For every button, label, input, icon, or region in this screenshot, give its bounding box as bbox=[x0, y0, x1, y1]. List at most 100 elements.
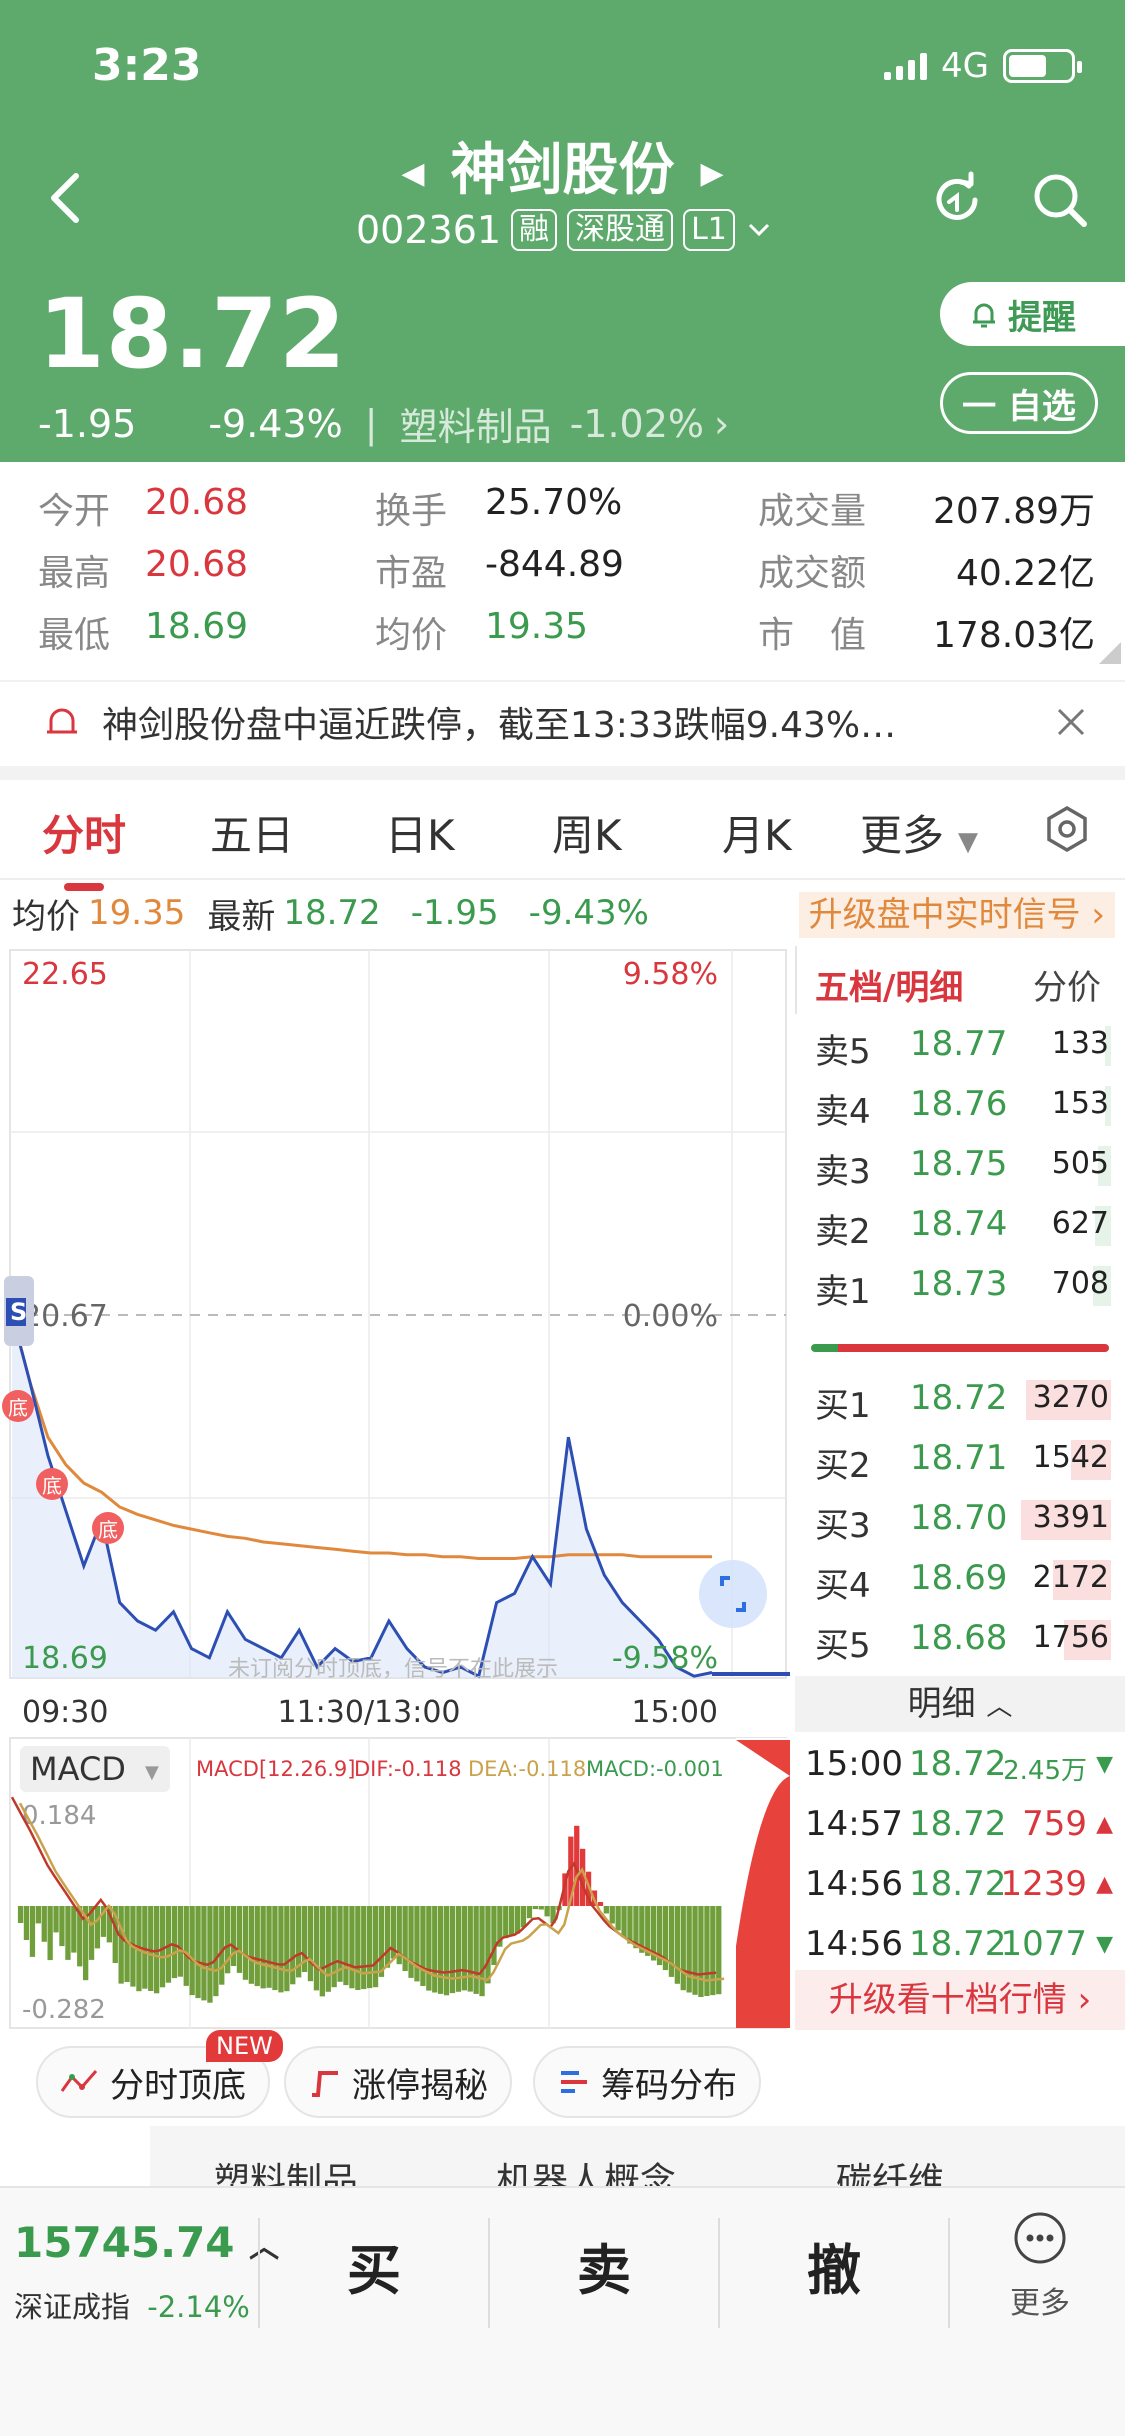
s-marker-label: S bbox=[10, 1298, 27, 1326]
macd-bar bbox=[615, 1906, 621, 1931]
search-icon[interactable] bbox=[1028, 168, 1092, 232]
remind-button[interactable]: 提醒 bbox=[940, 282, 1125, 346]
volume-value: 1756 bbox=[1032, 1620, 1109, 1655]
macd-bar bbox=[343, 1906, 349, 1986]
macd-bar bbox=[520, 1906, 527, 1928]
tab-monthly-k[interactable]: 月K bbox=[722, 802, 792, 863]
dropdown-icon: ▼ bbox=[958, 827, 979, 857]
price-change: -1.95 bbox=[38, 401, 137, 446]
expand-corner-icon[interactable] bbox=[1099, 642, 1121, 664]
tick-price: 18.72 bbox=[909, 1804, 1007, 1844]
pct-axis-mid: 0.00% bbox=[623, 1299, 718, 1334]
change-line: -1.95 -9.43% | 塑料制品 -1.02% › bbox=[38, 396, 729, 451]
next-stock-icon[interactable]: ▶ bbox=[701, 156, 724, 191]
cancel-order-button[interactable]: 撤 bbox=[720, 2226, 948, 2316]
bid-list: 买1 18.72 3270 买2 18.71 1542 买3 18.70 3391 买4 18.69… bbox=[795, 1370, 1125, 1680]
tick-row: 14:56 18.72 1077 ▼ bbox=[795, 1916, 1125, 1974]
macd-bar bbox=[17, 1906, 24, 1923]
price-value: 18.69 bbox=[910, 1558, 1008, 1598]
concept-tag[interactable]: 碳纤维 bbox=[836, 2152, 944, 2186]
level-label: 卖2 bbox=[815, 1212, 871, 1252]
avg-value: 19.35 bbox=[88, 893, 186, 933]
ask-row[interactable]: 卖1 18.73 708 bbox=[795, 1256, 1125, 1312]
remind-label: 提醒 bbox=[1008, 297, 1076, 338]
new-badge: NEW bbox=[206, 2030, 283, 2062]
macd-bar bbox=[307, 1906, 314, 1982]
macd-bar bbox=[716, 1906, 722, 1995]
sell-button[interactable]: 卖 bbox=[490, 2226, 718, 2316]
ask-row[interactable]: 卖4 18.76 153 bbox=[795, 1076, 1125, 1132]
more-label: 更多 bbox=[1010, 2286, 1070, 2321]
tab-price-dist[interactable]: 分价 bbox=[1033, 960, 1101, 1009]
tab-intraday[interactable]: 分时 bbox=[42, 802, 126, 891]
macd-bar bbox=[148, 1906, 154, 1991]
limit-up-reveal-button[interactable]: 涨停揭秘 bbox=[284, 2046, 512, 2118]
add-favorite-button[interactable]: 一 自选 bbox=[940, 372, 1098, 434]
bid-row[interactable]: 买4 18.69 2172 bbox=[795, 1550, 1125, 1606]
pct-axis-bottom: -9.58% bbox=[612, 1641, 718, 1676]
level-label: 买5 bbox=[815, 1626, 871, 1666]
tab-orderbook[interactable]: 五档/明细 bbox=[815, 960, 963, 1009]
low-value: 18.69 bbox=[145, 606, 249, 647]
x-label-open: 09:30 bbox=[22, 1695, 108, 1730]
macd-bar bbox=[272, 1906, 278, 1991]
close-icon[interactable] bbox=[1055, 706, 1087, 738]
macd-bar bbox=[597, 1902, 604, 1906]
settings-icon[interactable] bbox=[1042, 804, 1092, 854]
chevron-down-icon[interactable] bbox=[745, 216, 773, 244]
bid-row[interactable]: 买5 18.68 1756 bbox=[795, 1610, 1125, 1666]
news-alert[interactable]: 神剑股份盘中逼近跌停，截至13:33跌幅9.43%… bbox=[0, 680, 1125, 762]
y-axis-mid: 20.67 bbox=[22, 1299, 108, 1334]
concept-tag[interactable]: 机器人概念 bbox=[496, 2152, 676, 2186]
ask-row[interactable]: 卖3 18.75 505 bbox=[795, 1136, 1125, 1192]
volume-value: 207.89万 bbox=[933, 491, 1095, 532]
fullscreen-button[interactable] bbox=[699, 1560, 767, 1628]
alarm-icon bbox=[47, 708, 77, 734]
macd-bar bbox=[372, 1906, 379, 1988]
index-widget[interactable]: 15745.74 ︿ bbox=[14, 2218, 279, 2267]
price-value: 18.72 bbox=[910, 1378, 1008, 1418]
high-label: 最高 bbox=[38, 553, 111, 594]
tab-more[interactable]: 更多 ▼ bbox=[860, 802, 978, 863]
macd-bar bbox=[526, 1906, 533, 1919]
macd-bar bbox=[692, 1906, 698, 1995]
macd-bar bbox=[503, 1906, 509, 1939]
ask-row[interactable]: 卖5 18.77 133 bbox=[795, 1016, 1125, 1072]
chip-distribution-button[interactable]: 筹码分布 bbox=[533, 2046, 761, 2118]
macd-bar bbox=[183, 1906, 189, 1986]
concept-tag[interactable]: 塑料制品 bbox=[214, 2152, 358, 2186]
sector-pct[interactable]: -1.02% bbox=[570, 402, 704, 446]
intraday-chart[interactable]: 22.65 9.58% 20.67 0.00% 18.69 -9.58% 未订阅… bbox=[0, 946, 795, 2030]
prev-stock-icon[interactable]: ◀ bbox=[401, 156, 424, 191]
bid-row[interactable]: 买3 18.70 3391 bbox=[795, 1490, 1125, 1546]
upgrade-signal-button[interactable]: 升级盘中实时信号 › bbox=[798, 892, 1115, 938]
tab-five-day[interactable]: 五日 bbox=[210, 802, 294, 863]
macd-value: MACD:-0.001 bbox=[586, 1757, 724, 1781]
macd-bar bbox=[331, 1906, 337, 1988]
bottom-marker: 底 bbox=[42, 1474, 62, 1498]
refresh-icon[interactable] bbox=[925, 168, 989, 232]
price-area bbox=[12, 1314, 712, 1678]
detail-toggle[interactable]: 明细 ︿ bbox=[795, 1676, 1125, 1732]
macd-bar bbox=[686, 1906, 692, 1993]
macd-bar bbox=[538, 1906, 544, 1910]
mcap-label: 市 值 bbox=[758, 615, 867, 656]
avg-label: 均价 bbox=[12, 896, 80, 937]
section-divider bbox=[0, 766, 1125, 780]
ask-row[interactable]: 卖2 18.74 627 bbox=[795, 1196, 1125, 1252]
buy-button[interactable]: 买 bbox=[260, 2226, 488, 2316]
macd-bar bbox=[242, 1906, 249, 1980]
tab-daily-k[interactable]: 日K bbox=[385, 802, 455, 863]
macd-bar bbox=[118, 1906, 124, 1984]
more-button[interactable]: 更多 bbox=[980, 2210, 1100, 2322]
bid-row[interactable]: 买1 18.72 3270 bbox=[795, 1370, 1125, 1426]
macd-bar bbox=[207, 1906, 213, 2003]
bid-row[interactable]: 买2 18.71 1542 bbox=[795, 1430, 1125, 1486]
alarm-icon bbox=[973, 303, 995, 328]
chevron-right-icon[interactable]: › bbox=[714, 402, 729, 446]
level-label: 买2 bbox=[815, 1446, 871, 1486]
sector-name[interactable]: 塑料制品 bbox=[400, 396, 552, 451]
tab-weekly-k[interactable]: 周K bbox=[552, 802, 622, 863]
upgrade-level10-button[interactable]: 升级看十档行情 › bbox=[795, 1970, 1125, 2030]
signal-icon bbox=[884, 52, 928, 80]
